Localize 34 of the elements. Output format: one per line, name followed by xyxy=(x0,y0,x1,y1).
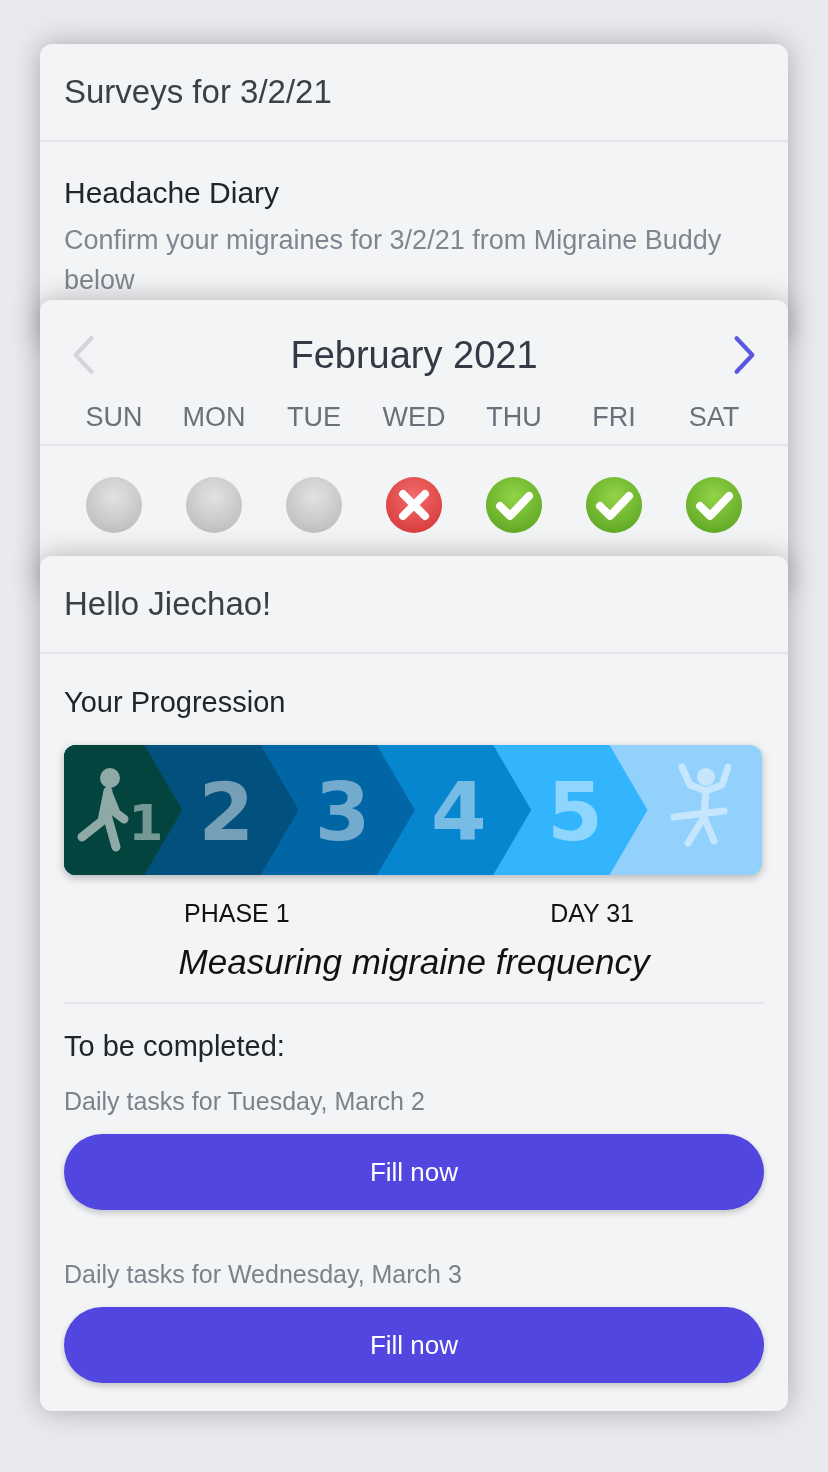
weekday-label: SAT xyxy=(687,401,741,433)
circle-icon[interactable] xyxy=(284,476,344,536)
circle-icon[interactable] xyxy=(84,476,144,536)
todo-title: To be completed: xyxy=(64,1030,286,1063)
fill-now-button[interactable]: Fill now xyxy=(64,1307,764,1383)
phase-number: 5 xyxy=(547,766,604,859)
phase-number: 1 xyxy=(128,794,164,852)
weekday-label: TUE xyxy=(286,401,342,433)
phase-number: 4 xyxy=(431,766,487,859)
progression-title: Your Progression xyxy=(64,686,287,719)
phase-number: 3 xyxy=(314,766,371,859)
card-title: Surveys for 3/2/21 xyxy=(64,73,332,111)
weekday-label: MON xyxy=(181,401,247,433)
month-title: February 2021 xyxy=(290,333,538,377)
fill-now-button[interactable]: Fill now xyxy=(64,1134,764,1210)
greeting: Hello Jiechao! xyxy=(64,585,272,623)
weekday-label: FRI xyxy=(591,401,637,433)
celebrating-person-icon xyxy=(670,763,732,847)
task-label: Daily tasks for Tuesday, March 2 xyxy=(64,1087,426,1116)
survey-description: Confirm your migraines for 3/2/21 from Migraine Buddy below xyxy=(64,224,723,297)
weekday-label: SUN xyxy=(84,401,144,433)
day-count: DAY 31 xyxy=(550,899,634,928)
phase-label: PHASE 1 xyxy=(184,899,290,928)
cross-icon[interactable] xyxy=(384,476,444,536)
weekday-label: THU xyxy=(485,401,543,433)
check-icon[interactable] xyxy=(584,476,644,536)
survey-name[interactable]: Headache Diary xyxy=(64,176,764,210)
check-icon[interactable] xyxy=(484,476,544,536)
phase-description: Measuring migraine frequency xyxy=(177,942,652,982)
phase-number: 2 xyxy=(198,766,255,859)
circle-icon[interactable] xyxy=(184,476,244,536)
task-label: Daily tasks for Wednesday, March 3 xyxy=(64,1260,463,1289)
check-icon[interactable] xyxy=(684,476,744,536)
weekday-label: WED xyxy=(381,401,447,433)
